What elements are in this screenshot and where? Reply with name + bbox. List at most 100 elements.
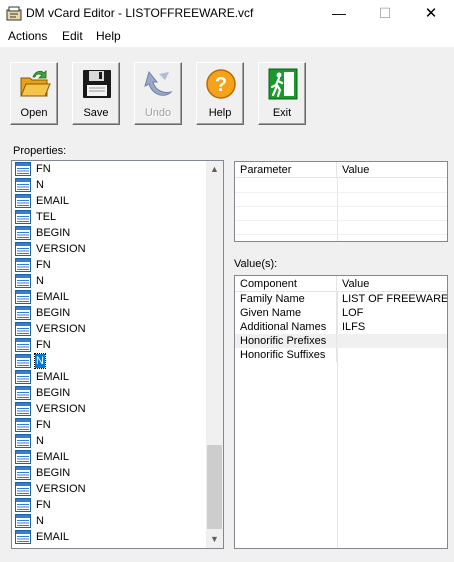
property-name: N [36, 275, 44, 287]
value-column-header[interactable]: Value [337, 276, 447, 292]
component-cell: Given Name [235, 306, 337, 320]
menu-bar: Actions Edit Help [0, 27, 454, 47]
values-row[interactable]: Given Name LOF [235, 306, 447, 320]
values-row[interactable]: Additional Names ILFS [235, 320, 447, 334]
property-name: EMAIL [36, 531, 70, 543]
menu-help[interactable]: Help [96, 29, 121, 43]
property-icon [15, 226, 31, 240]
property-item[interactable]: N [12, 273, 206, 289]
property-item[interactable]: BEGIN [12, 385, 206, 401]
property-icon [15, 274, 31, 288]
property-name: VERSION [36, 403, 86, 415]
properties-label: Properties: [13, 145, 67, 157]
values-grid[interactable]: Component Value Family Name LIST OF FREEW… [234, 275, 448, 549]
title-bar: DM vCard Editor - LISTOFFREEWARE.vcf — ☐… [0, 0, 454, 27]
property-name: FN [36, 163, 51, 175]
values-rows: Family Name LIST OF FREEWARE Given Name LOF… [235, 292, 447, 362]
property-name: N [36, 179, 44, 191]
scroll-up-icon[interactable]: ▲ [206, 161, 223, 178]
menu-edit[interactable]: Edit [62, 29, 83, 43]
property-item[interactable]: BEGIN [12, 305, 206, 321]
parameters-grid[interactable]: Parameter Value [234, 161, 448, 242]
property-item[interactable]: BEGIN [12, 225, 206, 241]
property-icon [15, 194, 31, 208]
property-icon [15, 258, 31, 272]
properties-list-items: FN N EMAIL TEL BEGIN VERSION FN N EMAIL BEGIN VERS… [12, 161, 206, 548]
property-item[interactable]: EMAIL [12, 529, 206, 545]
property-item[interactable]: N [12, 177, 206, 193]
grid-divider [235, 192, 447, 193]
property-name: EMAIL [36, 451, 70, 463]
property-name: BEGIN [36, 227, 71, 239]
property-item[interactable]: EMAIL [12, 449, 206, 465]
component-cell: Honorific Suffixes [235, 348, 337, 362]
property-item[interactable]: FN [12, 337, 206, 353]
value-cell[interactable]: ILFS [337, 320, 447, 334]
property-item[interactable]: TEL [12, 209, 206, 225]
property-item[interactable]: FN [12, 161, 206, 177]
property-item[interactable]: EMAIL [12, 289, 206, 305]
properties-list[interactable]: FN N EMAIL TEL BEGIN VERSION FN N EMAIL BEGIN VERS… [11, 160, 224, 549]
property-item[interactable]: EMAIL [12, 193, 206, 209]
help-button[interactable]: ? Help [196, 62, 244, 125]
property-icon [15, 338, 31, 352]
property-name: EMAIL [36, 371, 70, 383]
close-button[interactable]: ✕ [408, 0, 454, 27]
property-item[interactable]: N [12, 513, 206, 529]
property-name: VERSION [36, 243, 86, 255]
undo-button: Undo [134, 62, 182, 125]
open-button[interactable]: Open [10, 62, 58, 125]
property-icon [15, 466, 31, 480]
property-item[interactable]: EMAIL [12, 369, 206, 385]
minimize-button[interactable]: — [316, 0, 362, 27]
property-item[interactable]: FN [12, 257, 206, 273]
values-label: Value(s): [234, 258, 278, 270]
parameters-grid-header: Parameter Value [235, 162, 447, 178]
property-item[interactable]: FN [12, 497, 206, 513]
values-row[interactable]: Honorific Prefixes [235, 334, 447, 348]
value-cell[interactable] [337, 334, 447, 348]
parameter-column-header[interactable]: Parameter [235, 162, 337, 178]
property-name: EMAIL [36, 291, 70, 303]
property-name: BEGIN [36, 307, 71, 319]
property-icon [15, 450, 31, 464]
grid-divider [235, 220, 447, 221]
exit-button[interactable]: Exit [258, 62, 306, 125]
property-icon [15, 354, 31, 368]
property-item[interactable]: N [12, 433, 206, 449]
menu-actions[interactable]: Actions [8, 29, 47, 43]
component-column-header[interactable]: Component [235, 276, 337, 292]
property-name: N [34, 353, 46, 369]
property-icon [15, 434, 31, 448]
properties-scrollbar[interactable]: ▲ ▼ [206, 161, 223, 548]
value-cell[interactable] [337, 348, 447, 362]
values-row[interactable]: Honorific Suffixes [235, 348, 447, 362]
property-item[interactable]: BEGIN [12, 465, 206, 481]
undo-arrow-icon [144, 70, 173, 96]
help-question-icon: ? [206, 69, 236, 99]
save-button[interactable]: Save [72, 62, 120, 125]
values-row[interactable]: Family Name LIST OF FREEWARE [235, 292, 447, 306]
value-cell[interactable]: LIST OF FREEWARE [337, 292, 447, 306]
values-grid-header: Component Value [235, 276, 447, 292]
property-icon [15, 370, 31, 384]
value-column-header[interactable]: Value [337, 162, 447, 178]
scroll-thumb[interactable] [207, 445, 222, 529]
property-name: VERSION [36, 483, 86, 495]
property-icon [15, 402, 31, 416]
component-cell: Honorific Prefixes [235, 334, 337, 348]
open-folder-icon [20, 70, 51, 97]
grid-divider [337, 178, 338, 241]
property-item[interactable]: VERSION [12, 321, 206, 337]
property-icon [15, 322, 31, 336]
property-icon [15, 178, 31, 192]
property-item[interactable]: N [12, 353, 206, 369]
undo-label: Undo [144, 107, 172, 119]
property-name: N [36, 515, 44, 527]
property-item[interactable]: FN [12, 417, 206, 433]
property-item[interactable]: VERSION [12, 401, 206, 417]
property-item[interactable]: VERSION [12, 241, 206, 257]
scroll-down-icon[interactable]: ▼ [206, 531, 223, 548]
value-cell[interactable]: LOF [337, 306, 447, 320]
property-item[interactable]: VERSION [12, 481, 206, 497]
